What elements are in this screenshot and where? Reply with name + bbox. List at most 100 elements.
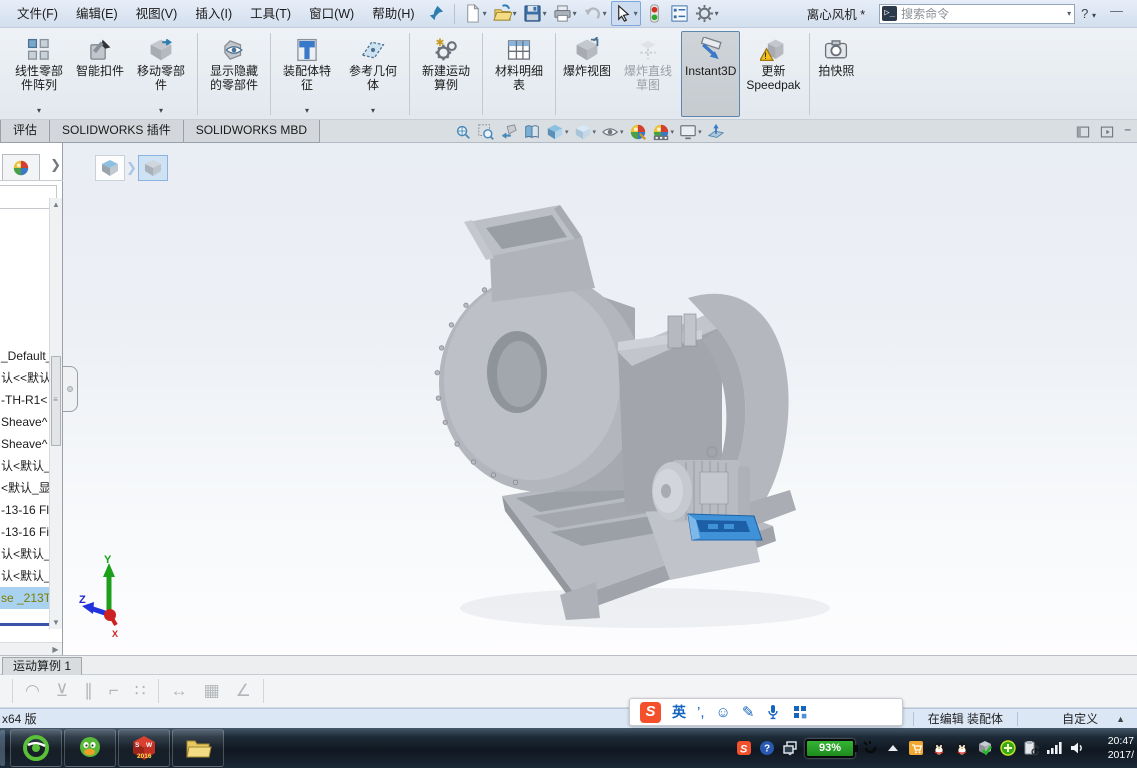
- ribbon-button-refgeo[interactable]: 参考几何体▾: [340, 31, 406, 117]
- search-input[interactable]: [897, 7, 1067, 21]
- ime-microphone-icon[interactable]: [765, 704, 781, 720]
- ribbon-button-explode[interactable]: 爆炸视图: [559, 31, 615, 117]
- menu-item-2[interactable]: 视图(V): [127, 1, 187, 27]
- display-style-button[interactable]: ▾: [573, 122, 598, 142]
- 3d-drawing-view-button[interactable]: [706, 122, 726, 142]
- previous-view-button[interactable]: [499, 122, 519, 142]
- menu-item-6[interactable]: 帮助(H): [363, 1, 423, 27]
- hide-show-items-button[interactable]: ▾: [600, 122, 625, 142]
- browser-360-app-button[interactable]: [10, 729, 62, 767]
- svg-text:?: ?: [764, 744, 770, 755]
- undo-button[interactable]: ▾: [581, 2, 609, 25]
- solidworks-2016-app-button[interactable]: SW2016: [118, 729, 170, 767]
- solidworks-check-tray-icon[interactable]: [977, 740, 993, 756]
- zoom-to-fit-button[interactable]: [453, 122, 473, 142]
- command-tab-0[interactable]: 评估: [0, 120, 50, 143]
- ime-pencil-icon[interactable]: ✎: [742, 703, 755, 721]
- ime-language-toggle[interactable]: 英: [672, 702, 686, 722]
- ribbon-button-showhide[interactable]: 显示隐藏的零部件: [201, 31, 267, 117]
- menu-item-0[interactable]: 文件(F): [8, 1, 67, 27]
- save-button[interactable]: ▾: [521, 2, 549, 25]
- hidden-icons-arrow[interactable]: [885, 740, 901, 756]
- ime-emoji-icon[interactable]: ☺: [716, 704, 731, 721]
- ribbon-button-feature[interactable]: 装配体特征▾: [274, 31, 340, 117]
- rebuild-button[interactable]: [643, 2, 666, 25]
- motion-study-tab[interactable]: 运动算例 1: [2, 657, 82, 676]
- duck-app-button[interactable]: [64, 729, 116, 767]
- help-tray-icon[interactable]: ?: [759, 740, 775, 756]
- print-button[interactable]: ▾: [551, 2, 579, 25]
- ime-toolbox-icon[interactable]: [792, 704, 808, 720]
- ribbon-button-instant3d[interactable]: Instant3D: [681, 31, 740, 117]
- triad-y-label: Y: [104, 554, 112, 566]
- ribbon-button-fastener[interactable]: 智能扣件: [72, 31, 128, 117]
- ribbon-button-motion[interactable]: ✱新建运动算例: [413, 31, 479, 117]
- ime-punctuation-toggle[interactable]: ’,: [697, 704, 705, 721]
- rollback-bar[interactable]: [0, 623, 50, 626]
- motor-slide-base-selected[interactable]: [688, 514, 762, 540]
- scroll-up-arrow[interactable]: ▲: [50, 198, 62, 211]
- minimize-button[interactable]: —: [1102, 3, 1131, 24]
- view-settings-button[interactable]: ▾: [678, 122, 703, 142]
- command-tab-2[interactable]: SOLIDWORKS MBD: [183, 120, 320, 143]
- zoom-to-area-button[interactable]: [476, 122, 496, 142]
- antivirus-tray-icon[interactable]: [1000, 740, 1016, 756]
- network-signal-tray-icon[interactable]: [1046, 740, 1062, 756]
- volute-housing[interactable]: [435, 274, 643, 492]
- help-button[interactable]: ? ▾: [1075, 6, 1102, 21]
- ribbon-button-label: 智能扣件: [76, 65, 124, 79]
- breadcrumb-assembly-icon[interactable]: [95, 155, 125, 181]
- breadcrumb-part-icon[interactable]: [138, 155, 168, 181]
- select-tool-button[interactable]: ▾: [611, 1, 641, 26]
- tree-horizontal-scrollbar[interactable]: ▶: [0, 642, 62, 655]
- display-manager-tab[interactable]: [2, 154, 40, 180]
- restore-window-tray-icon[interactable]: [782, 740, 798, 756]
- open-button[interactable]: ▾: [491, 2, 519, 25]
- scroll-thumb[interactable]: ≡: [51, 356, 61, 446]
- edit-appearance-button[interactable]: [628, 122, 648, 142]
- scroll-down-arrow[interactable]: ▼: [50, 616, 62, 629]
- pin-icon[interactable]: [425, 2, 448, 25]
- menu-item-5[interactable]: 窗口(W): [300, 1, 363, 27]
- custom-status[interactable]: 自定义: [1018, 710, 1112, 727]
- ribbon-button-speedpak[interactable]: !更新Speedpak: [740, 31, 806, 117]
- apply-scene-button[interactable]: ▾: [651, 122, 676, 142]
- taskbar-clock[interactable]: 20:472017/: [1092, 734, 1134, 762]
- ribbon-button-camera[interactable]: 拍快照: [813, 31, 859, 117]
- plug-tray-icon[interactable]: [862, 740, 878, 756]
- options-button[interactable]: ▾: [693, 2, 721, 25]
- battery-indicator[interactable]: 93%: [805, 739, 855, 758]
- qq-tray-icon[interactable]: [931, 740, 947, 756]
- graphics-area[interactable]: Y Z X ❯ ❯ _Default_认<<默认-TH-R1<Sheave^Sh…: [0, 143, 1137, 655]
- ribbon-button-bom[interactable]: 材料明细表: [486, 31, 552, 117]
- expand-pane-icon[interactable]: [1100, 125, 1114, 139]
- clipboard-plug-tray-icon[interactable]: [1023, 740, 1039, 756]
- status-up-caret-icon[interactable]: ▲: [1112, 714, 1137, 724]
- file-properties-button[interactable]: [668, 2, 691, 25]
- flyout-arrow-icon[interactable]: ❯: [50, 157, 61, 173]
- volume-tray-icon[interactable]: [1069, 740, 1085, 756]
- tree-vertical-scrollbar[interactable]: ▲ ≡ ▼: [49, 198, 62, 629]
- menu-item-3[interactable]: 插入(I): [186, 1, 241, 27]
- view-orientation-button[interactable]: ▾: [545, 122, 570, 142]
- sogou-logo-icon[interactable]: S: [640, 702, 661, 723]
- menu-item-1[interactable]: 编辑(E): [67, 1, 127, 27]
- file-explorer-app-button[interactable]: [172, 729, 224, 767]
- search-dropdown-caret[interactable]: ▾: [1067, 9, 1071, 18]
- command-tab-1[interactable]: SOLIDWORKS 插件: [49, 120, 184, 143]
- ribbon-button-pattern[interactable]: 线性零部件阵列▾: [6, 31, 72, 117]
- panel-splitter-handle[interactable]: [63, 366, 78, 412]
- menu-item-4[interactable]: 工具(T): [241, 1, 300, 27]
- new-document-button[interactable]: ▾: [461, 2, 489, 25]
- centrifugal-fan-model[interactable]: [420, 180, 900, 640]
- sogou-tray-icon[interactable]: S: [736, 740, 752, 756]
- cart-tray-icon[interactable]: [908, 740, 924, 756]
- scroll-right-arrow[interactable]: ▶: [49, 643, 62, 655]
- qq2-tray-icon[interactable]: [954, 740, 970, 756]
- section-view-button[interactable]: [522, 122, 542, 142]
- start-edge[interactable]: [0, 730, 5, 766]
- ribbon-button-move[interactable]: 移动零部件▾: [128, 31, 194, 117]
- quick-snaps-toolbar: ◠⊻∥⌐∷↔▦∠: [0, 675, 1137, 708]
- collapse-ribbon-icon[interactable]: –: [1124, 122, 1131, 142]
- collapse-pane-icon[interactable]: [1076, 125, 1090, 139]
